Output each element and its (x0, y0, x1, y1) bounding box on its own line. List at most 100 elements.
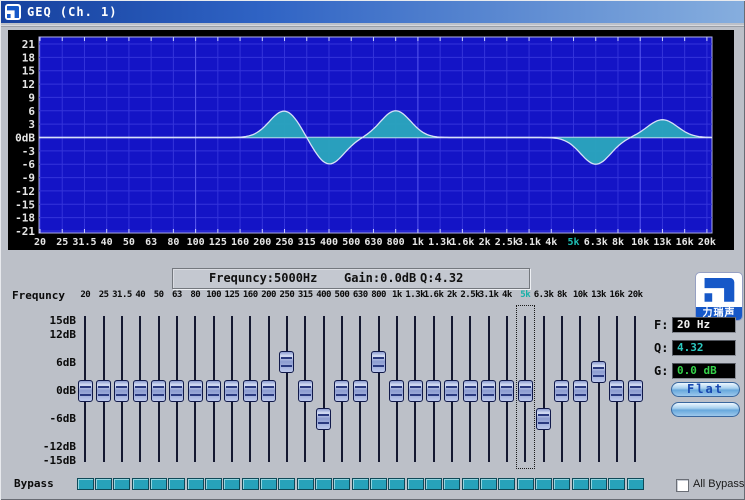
bypass-toggle[interactable] (241, 478, 259, 490)
gain-slider-handle[interactable] (371, 351, 387, 374)
gain-slider-handle[interactable] (389, 379, 405, 402)
x-tick-label: 500 (342, 237, 360, 248)
band-frequency-label: 10k (572, 290, 588, 300)
slider-track[interactable] (597, 316, 600, 462)
gain-slider-handle[interactable] (96, 379, 112, 402)
info-frequency: Frequncy:5000Hz (209, 271, 318, 285)
gain-slider-handle[interactable] (444, 379, 460, 402)
bypass-toggle[interactable] (443, 478, 461, 490)
x-tick-label: 315 (298, 237, 316, 248)
gain-slider-handle[interactable] (499, 379, 515, 402)
bypass-toggle[interactable] (553, 478, 571, 490)
all-bypass-label: All Bypass (693, 478, 745, 490)
gain-slider-handle[interactable] (627, 379, 643, 402)
band-frequency-label: 1.3k (405, 290, 426, 300)
gain-slider-handle[interactable] (316, 407, 332, 430)
bypass-toggle[interactable] (131, 478, 149, 490)
bypass-toggle[interactable] (590, 478, 608, 490)
x-tick-label: 3.1k (517, 237, 541, 248)
all-bypass-checkbox[interactable] (676, 479, 689, 492)
bypass-toggle[interactable] (370, 478, 388, 490)
gain-slider-handle[interactable] (187, 379, 203, 402)
gain-slider-handle[interactable] (334, 379, 350, 402)
bypass-toggle[interactable] (480, 478, 498, 490)
flat-button[interactable]: Flat (671, 382, 740, 397)
bypass-toggle[interactable] (113, 478, 131, 490)
band-frequency-label: 50 (153, 290, 164, 300)
band-frequency-label: 1.6k (423, 290, 444, 300)
g-field[interactable]: 0.0 dB (672, 363, 736, 379)
bypass-toggle[interactable] (425, 478, 443, 490)
app-icon (5, 4, 21, 20)
slider-track[interactable] (285, 316, 288, 462)
bypass-toggle[interactable] (76, 478, 94, 490)
bypass-toggle[interactable] (571, 478, 589, 490)
band-frequency-label: 250 (279, 290, 295, 300)
gain-slider-handle[interactable] (609, 379, 625, 402)
bypass-toggle[interactable] (535, 478, 553, 490)
bypass-toggle[interactable] (223, 478, 241, 490)
band-frequency-label: 500 (334, 290, 350, 300)
gain-slider-handle[interactable] (536, 407, 552, 430)
q-field[interactable]: 4.32 (672, 340, 736, 356)
x-tick-label: 1.3k (428, 237, 452, 248)
band-frequency-label: 4k (501, 290, 512, 300)
gain-slider-handle[interactable] (77, 379, 93, 402)
x-tick-label: 31.5 (72, 237, 96, 248)
bypass-toggle[interactable] (608, 478, 626, 490)
gain-slider-handle[interactable] (224, 379, 240, 402)
slider-track[interactable] (542, 316, 545, 462)
y-tick-label: -3 (22, 145, 35, 158)
gain-slider-handle[interactable] (462, 379, 478, 402)
gain-slider-handle[interactable] (279, 351, 295, 374)
bypass-toggle[interactable] (406, 478, 424, 490)
bypass-toggle[interactable] (461, 478, 479, 490)
blank-button[interactable] (671, 402, 740, 417)
title-bar[interactable]: GEQ (Ch. 1) (1, 1, 744, 23)
bypass-toggle[interactable] (278, 478, 296, 490)
f-field[interactable]: 20 Hz (672, 317, 736, 333)
gain-slider-handle[interactable] (407, 379, 423, 402)
gain-slider-handle[interactable] (169, 379, 185, 402)
gain-slider-handle[interactable] (261, 379, 277, 402)
bypass-toggle[interactable] (388, 478, 406, 490)
eq-response-chart[interactable]: 211815129630dB-3-6-9-12-15-18-2120 25 31.5… (8, 30, 734, 250)
gain-slider-handle[interactable] (554, 379, 570, 402)
slider-track[interactable] (377, 316, 380, 462)
gain-slider-handle[interactable] (297, 379, 313, 402)
band-frequency-label: 400 (316, 290, 331, 300)
band-frequency-label: 2.5k (460, 290, 481, 300)
gain-slider-handle[interactable] (572, 379, 588, 402)
q-label: Q: (654, 341, 669, 355)
band-frequency-label: 160 (242, 290, 258, 300)
gain-slider-handle[interactable] (517, 379, 533, 402)
gain-slider-handle[interactable] (426, 379, 442, 402)
gain-slider-handle[interactable] (132, 379, 148, 402)
gain-slider-handle[interactable] (481, 379, 497, 402)
gain-slider-handle[interactable] (591, 360, 607, 383)
slider-track[interactable] (322, 316, 325, 462)
bypass-toggle[interactable] (626, 478, 644, 490)
bypass-toggle[interactable] (498, 478, 516, 490)
app-icon-glyph (7, 6, 19, 18)
bypass-toggle[interactable] (296, 478, 314, 490)
gain-slider-handle[interactable] (352, 379, 368, 402)
bypass-toggle[interactable] (315, 478, 333, 490)
bypass-toggle[interactable] (205, 478, 223, 490)
bypass-toggle[interactable] (351, 478, 369, 490)
gain-slider-handle[interactable] (242, 379, 258, 402)
gain-slider-handle[interactable] (114, 379, 130, 402)
bypass-toggle[interactable] (516, 478, 534, 490)
bypass-toggle[interactable] (186, 478, 204, 490)
bypass-toggle[interactable] (95, 478, 113, 490)
band-frequency-label: 2k (446, 290, 457, 300)
bypass-toggle[interactable] (260, 478, 278, 490)
gain-slider-handle[interactable] (206, 379, 222, 402)
band-frequency-label: 100 (206, 290, 221, 300)
bypass-toggle[interactable] (150, 478, 168, 490)
band-frequency-label: 40 (135, 290, 146, 300)
gain-slider-handle[interactable] (151, 379, 167, 402)
bypass-toggle[interactable] (333, 478, 351, 490)
bypass-toggle[interactable] (168, 478, 186, 490)
f-label: F: (654, 318, 669, 332)
